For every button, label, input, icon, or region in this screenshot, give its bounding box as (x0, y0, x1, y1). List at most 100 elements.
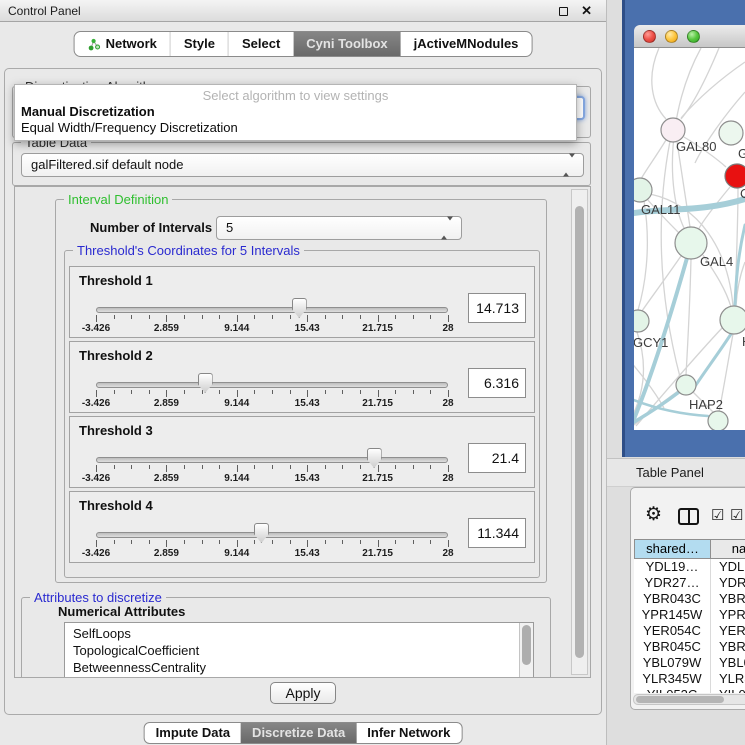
node-hap2[interactable] (676, 375, 696, 395)
algorithm-option-equal-width-frequency[interactable]: Equal Width/Frequency Discretization (15, 120, 576, 136)
table-row[interactable]: YDR27…YDR2 (634, 575, 745, 591)
threshold-value-field[interactable]: 21.4 (468, 443, 526, 473)
cell-shared-name[interactable]: YBR045C (634, 639, 711, 655)
node-attribute-table: shared… name YDL19…YDL1YDR27…YDR2YBR043C… (634, 539, 745, 693)
tab-impute-data[interactable]: Impute Data (145, 723, 241, 743)
threshold-value-field[interactable]: 11.344 (468, 518, 526, 548)
close-icon[interactable]: ✕ (581, 0, 592, 22)
node-red[interactable] (725, 164, 745, 188)
combo-arrows-icon (563, 158, 575, 173)
attribute-list-item[interactable]: SelfLoops (65, 625, 533, 642)
cell-shared-name[interactable]: YER054C (634, 623, 711, 639)
gear-icon[interactable]: ⚙ (645, 503, 662, 526)
scrollbar-thumb[interactable] (575, 206, 584, 658)
cell-name[interactable]: YIL0 (711, 687, 745, 693)
network-window-titlebar[interactable] (634, 25, 745, 48)
scrollbar-thumb[interactable] (522, 625, 531, 665)
node-bottom[interactable] (708, 411, 728, 430)
checkbox-icon[interactable]: ☑ (711, 506, 724, 524)
attribute-list-item[interactable]: BetweennessCentrality (65, 659, 533, 676)
column-header-shared-name[interactable]: shared… (634, 539, 711, 559)
minimize-traffic-light-icon[interactable] (665, 30, 678, 43)
slider-tick (307, 465, 308, 472)
cell-name[interactable]: YDL1 (711, 559, 745, 575)
table-horizontal-scrollbar[interactable] (633, 694, 745, 705)
algorithm-placeholder-option[interactable]: Select algorithm to view settings (15, 88, 576, 104)
node-gal-right[interactable] (719, 121, 743, 145)
cell-name[interactable]: YBL0 (711, 655, 745, 671)
slider-tick (325, 465, 326, 469)
tab-discretize-data[interactable]: Discretize Data (241, 723, 356, 743)
number-of-intervals-combobox[interactable]: 5 (216, 216, 462, 240)
table-row[interactable]: YBR043CYBR0 (634, 591, 745, 607)
cell-name[interactable]: YBR0 (711, 639, 745, 655)
slider-tick (430, 390, 431, 394)
table-row[interactable]: YIL052CYIL0 (634, 687, 745, 693)
slider-tick-label: -3.426 (82, 323, 110, 334)
cell-name[interactable]: YBR0 (711, 591, 745, 607)
column-header-name[interactable]: name (711, 539, 745, 559)
control-panel-titlebar[interactable]: Control Panel ✕ (0, 0, 606, 22)
interval-definition-group: Interval Definition Number of Intervals … (55, 199, 547, 583)
cell-shared-name[interactable]: YLR345W (634, 671, 711, 687)
threshold-slider[interactable]: -3.4262.8599.14415.4321.71528 (70, 342, 534, 412)
slider-track[interactable] (96, 307, 448, 313)
threshold-slider[interactable]: -3.4262.8599.14415.4321.71528 (70, 417, 534, 487)
attribute-list-item[interactable]: TopologicalCoefficient (65, 642, 533, 659)
attributes-to-discretize-group: Attributes to discretize Numerical Attri… (21, 597, 551, 678)
cell-shared-name[interactable]: YDR27… (634, 575, 711, 591)
close-traffic-light-icon[interactable] (643, 30, 656, 43)
table-data-combobox[interactable]: galFiltered.sif default node (21, 153, 584, 177)
attributes-list-scrollbar[interactable] (519, 623, 533, 678)
node-h-right[interactable] (720, 306, 745, 334)
threshold-value-field[interactable]: 6.316 (468, 368, 526, 398)
table-row[interactable]: YBL079WYBL0 (634, 655, 745, 671)
checkbox-icon[interactable]: ☑ (730, 506, 743, 524)
apply-button[interactable]: Apply (270, 682, 336, 704)
scrollbar-thumb[interactable] (636, 696, 724, 703)
cell-name[interactable]: YPR1 (711, 607, 745, 623)
cell-shared-name[interactable]: YPR145W (634, 607, 711, 623)
threshold-slider[interactable]: -3.4262.8599.14415.4321.71528 (70, 267, 534, 337)
tab-cyni-toolbox[interactable]: Cyni Toolbox (293, 32, 400, 56)
table-row[interactable]: YER054CYER0 (634, 623, 745, 639)
table-row[interactable]: YLR345WYLR3 (634, 671, 745, 687)
table-row[interactable]: YPR145WYPR1 (634, 607, 745, 623)
cell-name[interactable]: YDR2 (711, 575, 745, 591)
slider-track[interactable] (96, 532, 448, 538)
slider-tick-label: -3.426 (82, 398, 110, 409)
table-row[interactable]: YBR045CYBR0 (634, 639, 745, 655)
split-columns-icon[interactable] (678, 508, 699, 525)
cell-shared-name[interactable]: YBR043C (634, 591, 711, 607)
cell-name[interactable]: YER0 (711, 623, 745, 639)
tab-jactivemnodules[interactable]: jActiveMNodules (401, 32, 532, 56)
algorithm-option-manual-discretization[interactable]: Manual Discretization (15, 104, 576, 120)
cell-shared-name[interactable]: YDL19… (634, 559, 711, 575)
tab-style[interactable]: Style (170, 32, 228, 56)
slider-tick (307, 390, 308, 397)
table-panel-toolbar: ⚙ ☑ ☑ (631, 506, 745, 528)
slider-tick (219, 390, 220, 394)
node-gcy1[interactable] (634, 310, 649, 332)
cell-name[interactable]: YLR3 (711, 671, 745, 687)
zoom-traffic-light-icon[interactable] (687, 30, 700, 43)
settings-vertical-scrollbar[interactable] (571, 189, 588, 675)
threshold-slider[interactable]: -3.4262.8599.14415.4321.71528 (70, 492, 534, 562)
table-panel-titlebar[interactable]: Table Panel (607, 458, 745, 487)
numerical-attributes-list[interactable]: SelfLoopsTopologicalCoefficientBetweenne… (64, 622, 534, 678)
slider-track[interactable] (96, 457, 448, 463)
tab-jactivemnodules-label: jActiveMNodules (414, 32, 519, 56)
combo-arrows-icon (441, 221, 453, 236)
tab-select[interactable]: Select (228, 32, 293, 56)
network-canvas[interactable]: GAL80GACGAL11GAL4GCY1HHAP2 (634, 48, 745, 430)
tab-infer-network[interactable]: Infer Network (356, 723, 461, 743)
threshold-value-field[interactable]: 14.713 (468, 293, 526, 323)
cell-shared-name[interactable]: YBL079W (634, 655, 711, 671)
table-row[interactable]: YDL19…YDL1 (634, 559, 745, 575)
slider-track[interactable] (96, 382, 448, 388)
float-window-icon[interactable] (559, 7, 568, 16)
node-gal80-label: GAL80 (676, 139, 716, 154)
tab-network[interactable]: Network (75, 32, 170, 56)
node-gal11[interactable] (634, 178, 652, 202)
cell-shared-name[interactable]: YIL052C (634, 687, 711, 693)
